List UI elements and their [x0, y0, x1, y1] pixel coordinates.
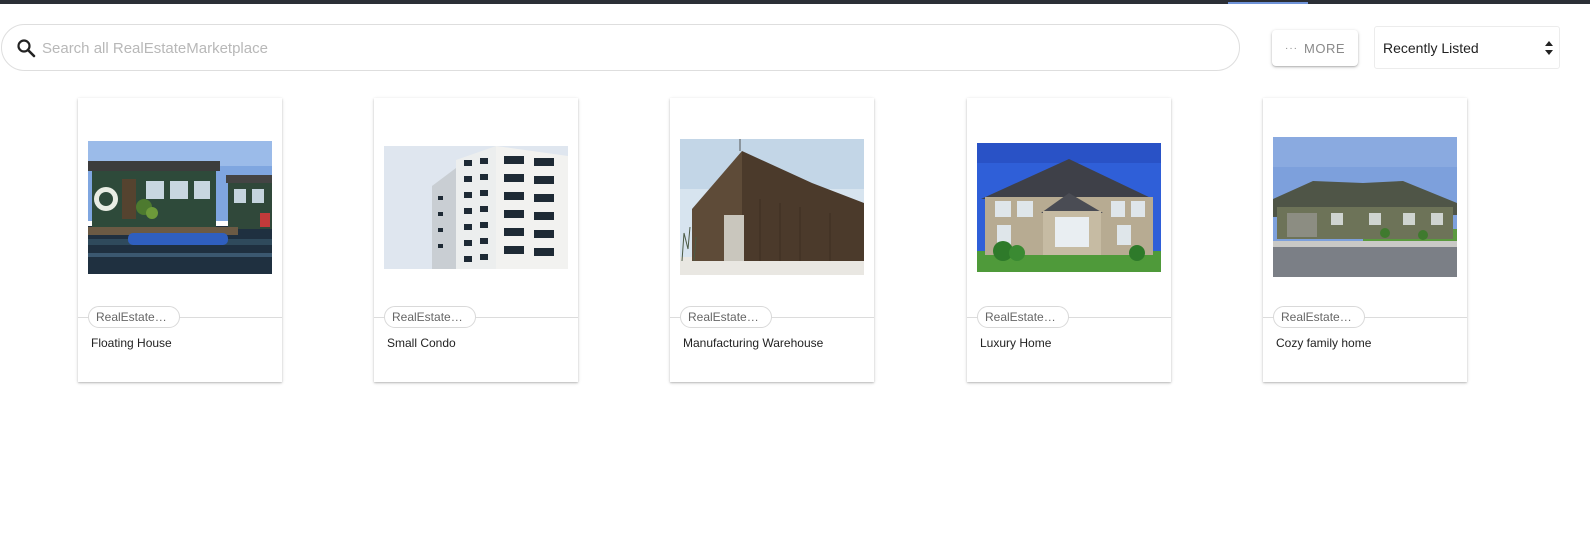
luxury-home-image [977, 143, 1161, 272]
family-home-image [1273, 137, 1457, 277]
listing-grid: RealEstate… Floating House RealEstate… S… [0, 98, 1590, 388]
top-bar [0, 0, 1590, 4]
category-chip[interactable]: RealEstate… [1273, 306, 1365, 328]
search-input[interactable] [42, 35, 1222, 61]
listing-card[interactable]: RealEstate… Floating House [78, 98, 282, 382]
listing-title[interactable]: Luxury Home [980, 336, 1150, 350]
condo-tower-image [384, 146, 568, 269]
category-chip[interactable]: RealEstate… [384, 306, 476, 328]
more-label: MORE [1304, 40, 1345, 56]
listing-title[interactable]: Cozy family home [1276, 336, 1446, 350]
listing-card[interactable]: RealEstate… Manufacturing Warehouse [670, 98, 874, 382]
category-chip[interactable]: RealEstate… [680, 306, 772, 328]
listing-title[interactable]: Manufacturing Warehouse [683, 336, 853, 350]
listing-title[interactable]: Small Condo [387, 336, 557, 350]
warehouse-image [680, 139, 864, 275]
listing-title[interactable]: Floating House [91, 336, 261, 350]
houseboat-image [88, 141, 272, 274]
select-arrows-icon [1545, 41, 1553, 55]
sort-value: Recently Listed [1383, 39, 1479, 56]
search-icon [16, 38, 36, 58]
more-dots-icon: ··· [1285, 42, 1298, 54]
more-button[interactable]: ··· MORE [1272, 30, 1358, 66]
listing-card[interactable]: RealEstate… Luxury Home [967, 98, 1171, 382]
listing-card[interactable]: RealEstate… Small Condo [374, 98, 578, 382]
active-tab-indicator [1228, 2, 1308, 4]
listing-card[interactable]: RealEstate… Cozy family home [1263, 98, 1467, 382]
category-chip[interactable]: RealEstate… [977, 306, 1069, 328]
category-chip[interactable]: RealEstate… [88, 306, 180, 328]
search-bar[interactable] [1, 24, 1240, 71]
sort-select[interactable]: Recently Listed [1374, 26, 1560, 69]
